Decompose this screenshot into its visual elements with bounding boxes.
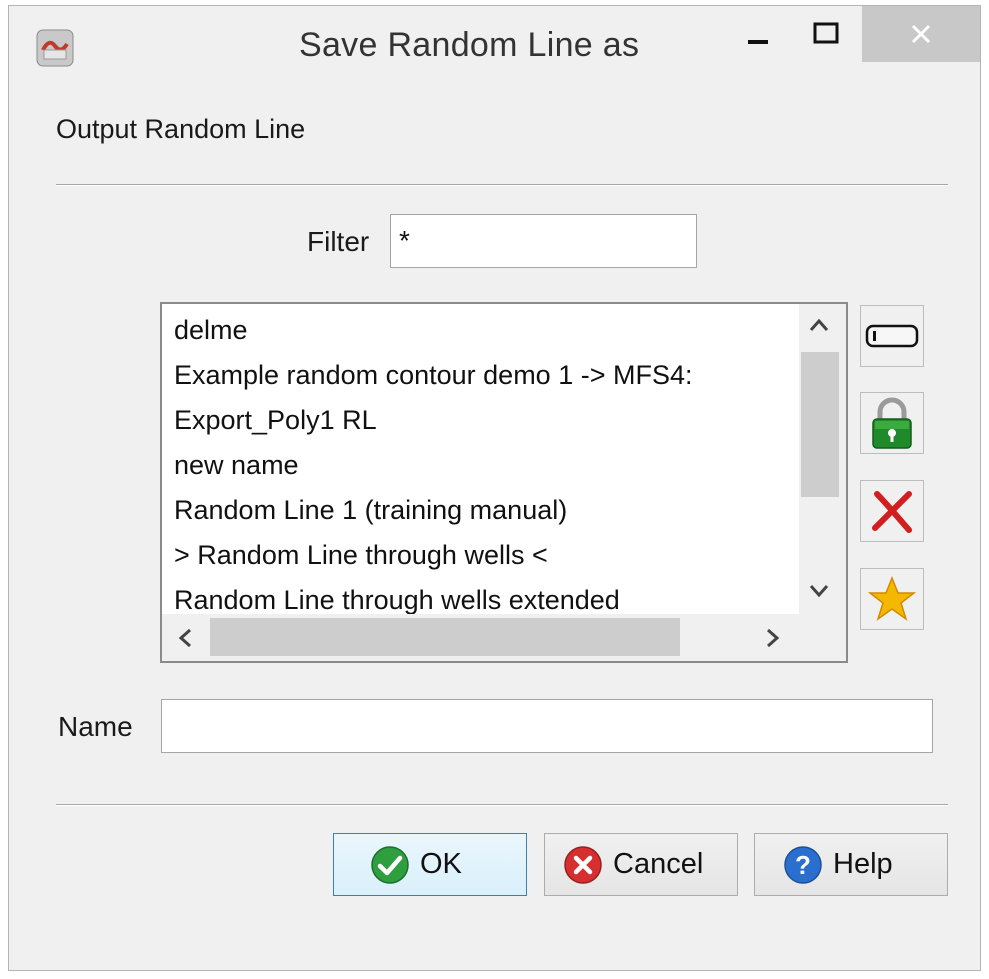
list-items: delme Example random contour demo 1 -> M… [162, 304, 798, 614]
help-label: Help [833, 848, 893, 880]
app-icon [36, 29, 74, 67]
svg-text:?: ? [795, 850, 811, 880]
list-item[interactable]: delme [162, 308, 798, 353]
list-item[interactable]: Random Line 1 (training manual) [162, 488, 798, 533]
close-button[interactable] [862, 6, 980, 62]
vertical-scrollbar[interactable] [799, 304, 846, 614]
rename-button[interactable] [860, 305, 924, 367]
bottom-separator [56, 804, 948, 806]
checkmark-icon [371, 845, 409, 884]
minimize-button[interactable] [727, 6, 789, 62]
list-item[interactable]: > Random Line through wells < [162, 533, 798, 578]
help-button[interactable]: ? Help [754, 833, 948, 896]
name-label: Name [58, 711, 133, 742]
lock-icon [872, 397, 912, 449]
favorite-button[interactable] [860, 568, 924, 630]
list-item[interactable]: new name [162, 443, 798, 488]
scroll-down-icon[interactable] [809, 584, 829, 598]
star-icon [868, 575, 916, 621]
section-label: Output Random Line [56, 114, 306, 144]
window-title: Save Random Line as [299, 26, 640, 64]
rename-icon [865, 324, 919, 348]
filter-input[interactable] [390, 214, 697, 268]
minimize-icon [748, 40, 768, 44]
lock-button[interactable] [860, 392, 924, 454]
maximize-icon [813, 22, 839, 44]
close-icon [911, 24, 931, 44]
vertical-scroll-thumb[interactable] [801, 352, 839, 497]
save-random-line-dialog: Save Random Line as Output Random Line F… [8, 5, 981, 971]
name-input[interactable] [161, 699, 933, 753]
help-icon: ? [784, 845, 822, 884]
cancel-label: Cancel [613, 848, 704, 880]
delete-button[interactable] [860, 480, 924, 542]
maximize-button[interactable] [795, 6, 857, 62]
scroll-up-icon[interactable] [809, 318, 829, 332]
horizontal-scroll-thumb[interactable] [210, 618, 680, 656]
ok-button[interactable]: OK [333, 833, 527, 896]
list-item[interactable]: Random Line through wells extended [162, 578, 798, 614]
list-item[interactable]: Export_Poly1 RL [162, 398, 798, 443]
top-separator [56, 184, 948, 186]
scroll-right-icon[interactable] [766, 628, 780, 648]
cancel-button[interactable]: Cancel [544, 833, 738, 896]
cancel-icon [564, 845, 602, 884]
list-item[interactable]: Example random contour demo 1 -> MFS4: [162, 353, 798, 398]
random-line-list[interactable]: delme Example random contour demo 1 -> M… [160, 302, 848, 663]
title-bar[interactable]: Save Random Line as [9, 6, 980, 93]
filter-label: Filter [307, 226, 370, 257]
horizontal-scrollbar[interactable] [162, 614, 846, 661]
ok-label: OK [420, 848, 462, 880]
delete-icon [872, 491, 912, 533]
scroll-left-icon[interactable] [178, 628, 192, 648]
